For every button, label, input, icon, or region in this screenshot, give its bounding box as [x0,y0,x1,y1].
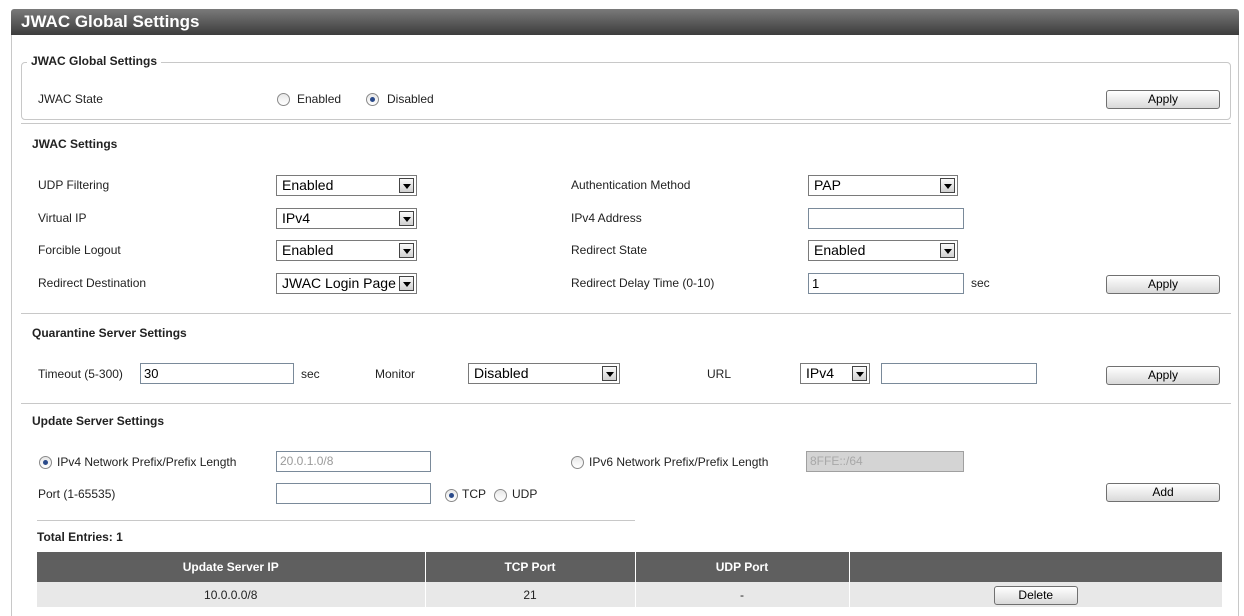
url-type-select[interactable]: IPv4 [800,363,870,384]
ipv6-prefix-input[interactable]: 8FFE::/64 [806,451,964,472]
redirect-destination-label: Redirect Destination [38,276,147,290]
redirect-delay-input[interactable]: 1 [808,273,964,294]
auth-method-label: Authentication Method [571,178,691,192]
monitor-value: Disabled [474,365,529,381]
chevron-down-icon [602,366,617,381]
chevron-down-icon [399,276,414,291]
ipv4-address-label: IPv4 Address [571,211,642,225]
global-settings-legend: JWAC Global Settings [27,54,162,68]
update-server-table: Update Server IP TCP Port UDP Port 10.0.… [37,552,1223,607]
chevron-down-icon [940,243,955,258]
udp-filtering-value: Enabled [282,177,334,193]
cell-udp-port: - [635,582,850,607]
timeout-input[interactable]: 30 [140,363,294,384]
udp-label: UDP [512,487,538,501]
page-title: JWAC Global Settings [11,9,1239,35]
url-label: URL [707,367,732,381]
redirect-destination-select[interactable]: JWAC Login Page [276,273,417,294]
redirect-destination-value: JWAC Login Page [282,275,396,291]
udp-radio[interactable] [494,489,507,502]
udp-filtering-label: UDP Filtering [38,178,110,192]
port-input[interactable] [276,483,431,504]
global-apply-button[interactable]: Apply [1106,90,1220,109]
auth-method-select[interactable]: PAP [808,175,958,196]
total-entries-label: Total Entries: 1 [37,530,123,544]
auth-method-value: PAP [814,177,841,193]
column-header-udp-port: UDP Port [635,552,850,582]
column-header-update-server-ip: Update Server IP [37,552,426,582]
virtual-ip-value: IPv4 [282,210,311,226]
ipv6-prefix-label: IPv6 Network Prefix/Prefix Length [589,455,769,469]
global-settings-fieldset [21,62,1231,120]
timeout-unit: sec [301,367,320,381]
jwac-settings-apply-button[interactable]: Apply [1106,275,1220,294]
update-server-title: Update Server Settings [32,414,165,428]
redirect-state-label: Redirect State [571,243,648,257]
url-input[interactable] [881,363,1037,384]
virtual-ip-label: Virtual IP [38,211,87,225]
entries-divider [37,520,635,521]
forcible-logout-label: Forcible Logout [38,243,121,257]
redirect-state-select[interactable]: Enabled [808,240,958,261]
forcible-logout-value: Enabled [282,242,334,258]
cell-update-server-ip: 10.0.0.0/8 [37,582,426,607]
ipv4-prefix-input[interactable]: 20.0.1.0/8 [276,451,431,472]
chevron-down-icon [399,178,414,193]
ipv4-address-input[interactable] [808,208,964,229]
monitor-label: Monitor [375,367,416,381]
tcp-radio[interactable] [445,489,458,502]
add-button[interactable]: Add [1106,483,1220,502]
port-label: Port (1-65535) [38,487,116,501]
timeout-label: Timeout (5-300) [38,367,123,381]
redirect-delay-unit: sec [971,276,990,290]
section-divider [21,123,1231,124]
redirect-state-value: Enabled [814,242,866,258]
jwac-state-enabled-radio[interactable] [277,93,290,106]
table-row: 10.0.0.0/8 21 - Delete [37,582,1223,607]
column-header-action [849,552,1223,582]
udp-filtering-select[interactable]: Enabled [276,175,417,196]
virtual-ip-select[interactable]: IPv4 [276,208,417,229]
table-header-row: Update Server IP TCP Port UDP Port [37,552,1223,582]
cell-action: Delete [849,582,1223,607]
jwac-state-label: JWAC State [38,92,103,106]
jwac-state-disabled-label: Disabled [387,92,434,106]
jwac-settings-title: JWAC Settings [32,137,118,151]
ipv4-prefix-radio[interactable] [39,456,52,469]
cell-tcp-port: 21 [425,582,636,607]
section-divider [21,313,1231,314]
chevron-down-icon [399,211,414,226]
redirect-delay-label: Redirect Delay Time (0-10) [571,276,715,290]
quarantine-settings-title: Quarantine Server Settings [32,326,187,340]
tcp-label: TCP [462,487,486,501]
ipv4-prefix-label: IPv4 Network Prefix/Prefix Length [57,455,237,469]
section-divider [21,403,1231,404]
forcible-logout-select[interactable]: Enabled [276,240,417,261]
jwac-state-enabled-label: Enabled [297,92,342,106]
chevron-down-icon [399,243,414,258]
monitor-select[interactable]: Disabled [468,363,620,384]
jwac-state-disabled-radio[interactable] [366,93,379,106]
quarantine-apply-button[interactable]: Apply [1106,366,1220,385]
ipv6-prefix-radio[interactable] [571,456,584,469]
column-header-tcp-port: TCP Port [425,552,636,582]
chevron-down-icon [940,178,955,193]
chevron-down-icon [852,366,867,381]
delete-button[interactable]: Delete [993,586,1078,605]
url-type-value: IPv4 [806,365,835,381]
